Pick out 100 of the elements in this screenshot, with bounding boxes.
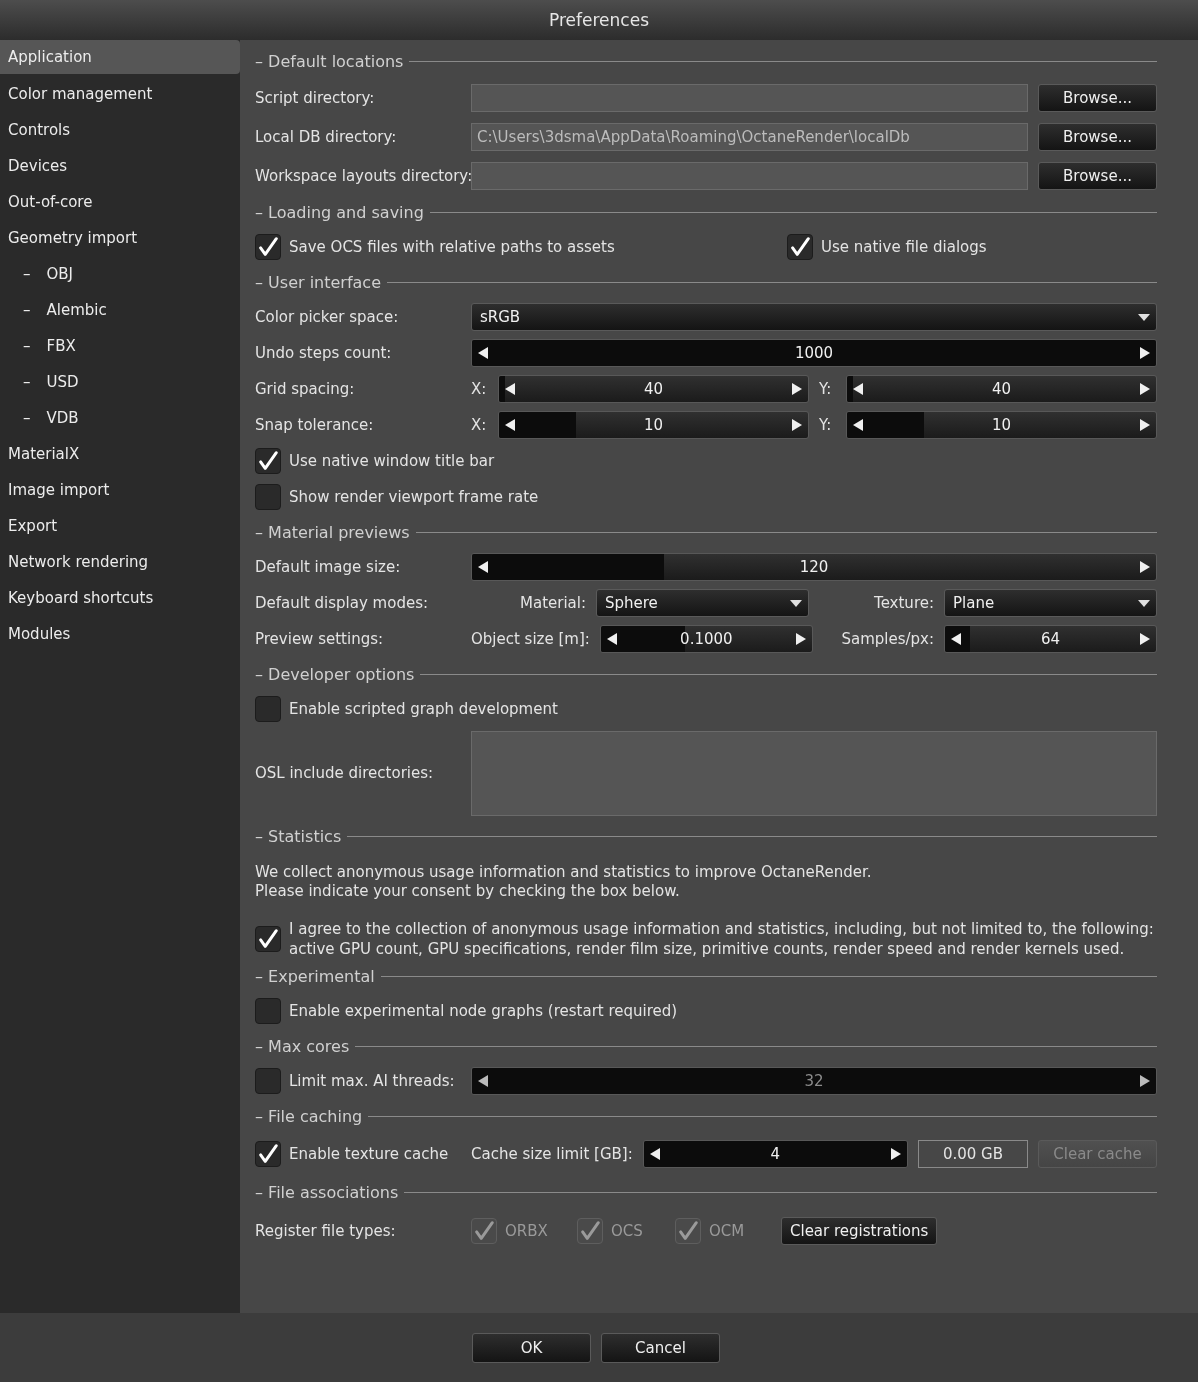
section-title: – Default locations bbox=[255, 51, 404, 71]
sidebar-item[interactable]: Image import bbox=[0, 472, 240, 508]
right-arrow-icon[interactable] bbox=[792, 383, 802, 395]
value-slider[interactable]: 4 bbox=[642, 1140, 908, 1168]
axis-label: X: bbox=[471, 380, 488, 398]
sidebar-item[interactable]: Keyboard shortcuts bbox=[0, 580, 240, 616]
value-slider[interactable]: 10 bbox=[498, 411, 809, 439]
right-arrow-icon[interactable] bbox=[795, 633, 806, 645]
field-label: Default image size: bbox=[255, 558, 402, 576]
value-slider[interactable]: 0.1000 bbox=[599, 625, 813, 653]
left-arrow-icon[interactable] bbox=[853, 383, 863, 395]
sidebar-item[interactable]: MaterialX bbox=[0, 436, 240, 472]
right-arrow-icon[interactable] bbox=[1140, 561, 1150, 573]
window-title: Preferences bbox=[549, 10, 649, 30]
value-slider[interactable]: 64 bbox=[944, 625, 1157, 653]
browse-button[interactable]: Browse... bbox=[1038, 161, 1157, 190]
sidebar-item[interactable]: – USD bbox=[0, 364, 240, 400]
section-title: – Experimental bbox=[255, 966, 375, 986]
path-field[interactable]: C:\Users\3dsma\AppData\Roaming\OctaneRender\localDb bbox=[471, 122, 1028, 151]
checkbox-label: OCS bbox=[611, 1221, 643, 1241]
checkbox-label: Show render viewport frame rate bbox=[289, 487, 539, 507]
axis-label: Y: bbox=[819, 380, 833, 398]
value-slider[interactable]: 40 bbox=[846, 375, 1157, 403]
slider-value: 10 bbox=[642, 416, 665, 434]
checkbox[interactable] bbox=[255, 234, 281, 260]
left-arrow-icon[interactable] bbox=[478, 561, 488, 573]
left-arrow-icon[interactable] bbox=[606, 633, 617, 645]
sidebar-item[interactable]: Application bbox=[0, 40, 240, 74]
sidebar-item[interactable]: – OBJ bbox=[0, 256, 240, 292]
cache-size-readout: 0.00 GB bbox=[918, 1140, 1028, 1168]
value-slider[interactable]: 120 bbox=[471, 553, 1157, 581]
path-field[interactable] bbox=[471, 161, 1028, 190]
slider-value: 1000 bbox=[793, 344, 835, 362]
section-title: – File caching bbox=[255, 1106, 363, 1126]
dropdown[interactable]: sRGB bbox=[471, 303, 1157, 331]
clear-registrations-button[interactable]: Clear registrations bbox=[781, 1217, 938, 1245]
sidebar-item[interactable]: – FBX bbox=[0, 328, 240, 364]
field-label: Snap tolerance: bbox=[255, 416, 375, 434]
right-arrow-icon[interactable] bbox=[1140, 419, 1150, 431]
left-arrow-icon[interactable] bbox=[478, 347, 488, 359]
checkbox-label: Enable scripted graph development bbox=[289, 699, 558, 719]
right-arrow-icon[interactable] bbox=[1140, 347, 1150, 359]
sidebar-item[interactable]: Controls bbox=[0, 112, 240, 148]
section-title: – Material previews bbox=[255, 522, 410, 542]
sidebar-item[interactable]: Network rendering bbox=[0, 544, 240, 580]
sidebar-item-label: VDB bbox=[46, 409, 79, 427]
value-slider[interactable]: 10 bbox=[846, 411, 1157, 439]
right-arrow-icon[interactable] bbox=[891, 1148, 901, 1160]
checkbox-label: Use native window title bar bbox=[289, 451, 495, 471]
right-arrow-icon[interactable] bbox=[1140, 633, 1150, 645]
sidebar-item[interactable]: Export bbox=[0, 508, 240, 544]
sidebar-item[interactable]: Devices bbox=[0, 148, 240, 184]
field-label: Workspace layouts directory: bbox=[255, 166, 471, 185]
consent-text: We collect anonymous usage information and statistics to improve OctaneRender. Please indicate your consent by checking the box below. bbox=[255, 862, 873, 902]
section-title: – File associations bbox=[255, 1182, 399, 1202]
left-arrow-icon[interactable] bbox=[951, 633, 961, 645]
right-arrow-icon[interactable] bbox=[1140, 383, 1150, 395]
sidebar-item[interactable]: Modules bbox=[0, 616, 240, 652]
browse-button[interactable]: Browse... bbox=[1038, 122, 1157, 151]
right-arrow-icon[interactable] bbox=[792, 419, 802, 431]
dropdown[interactable]: Sphere bbox=[596, 589, 809, 617]
section-title: – Loading and saving bbox=[255, 202, 424, 222]
left-arrow-icon[interactable] bbox=[853, 419, 863, 431]
value-slider[interactable]: 40 bbox=[498, 375, 809, 403]
sidebar-item[interactable]: – Alembic bbox=[0, 292, 240, 328]
sidebar-item[interactable]: Color management bbox=[0, 76, 240, 112]
checkbox-label: Enable texture cache bbox=[289, 1144, 449, 1164]
dialog-button[interactable]: Cancel bbox=[601, 1332, 720, 1363]
checkbox[interactable] bbox=[255, 998, 281, 1024]
dialog-button[interactable]: OK bbox=[472, 1332, 591, 1363]
sidebar-item[interactable]: – VDB bbox=[0, 400, 240, 436]
value-slider[interactable]: 1000 bbox=[471, 339, 1157, 367]
section-title: – User interface bbox=[255, 272, 381, 292]
checkbox-label: Limit max. AI threads: bbox=[289, 1071, 455, 1091]
field-label: Texture: bbox=[873, 594, 934, 612]
sidebar-item[interactable]: Geometry import bbox=[0, 220, 240, 256]
sidebar-item-label: OBJ bbox=[46, 265, 74, 283]
checkbox[interactable] bbox=[255, 1141, 281, 1167]
field-label: Script directory: bbox=[255, 88, 376, 107]
left-arrow-icon[interactable] bbox=[505, 419, 515, 431]
left-arrow-icon[interactable] bbox=[478, 1075, 488, 1087]
path-field[interactable] bbox=[471, 83, 1028, 112]
field-label: Cache size limit [GB]: bbox=[471, 1145, 633, 1163]
left-arrow-icon[interactable] bbox=[505, 383, 515, 395]
checkbox[interactable] bbox=[255, 484, 281, 510]
right-arrow-icon[interactable] bbox=[1140, 1075, 1150, 1087]
field-label: Grid spacing: bbox=[255, 380, 356, 398]
browse-button[interactable]: Browse... bbox=[1038, 83, 1157, 112]
bullet-dash: – bbox=[23, 265, 31, 283]
checkbox[interactable] bbox=[255, 926, 281, 952]
sidebar-item[interactable]: Out-of-core bbox=[0, 184, 240, 220]
left-arrow-icon[interactable] bbox=[649, 1148, 660, 1160]
dropdown[interactable]: Plane bbox=[944, 589, 1157, 617]
checkbox[interactable] bbox=[255, 448, 281, 474]
slider-value: 120 bbox=[798, 558, 830, 576]
checkbox[interactable] bbox=[787, 234, 813, 260]
field-label: Local DB directory: bbox=[255, 127, 398, 146]
checkbox[interactable] bbox=[255, 696, 281, 722]
directories-field[interactable] bbox=[471, 730, 1157, 816]
field-label: Default display modes: bbox=[255, 594, 429, 612]
